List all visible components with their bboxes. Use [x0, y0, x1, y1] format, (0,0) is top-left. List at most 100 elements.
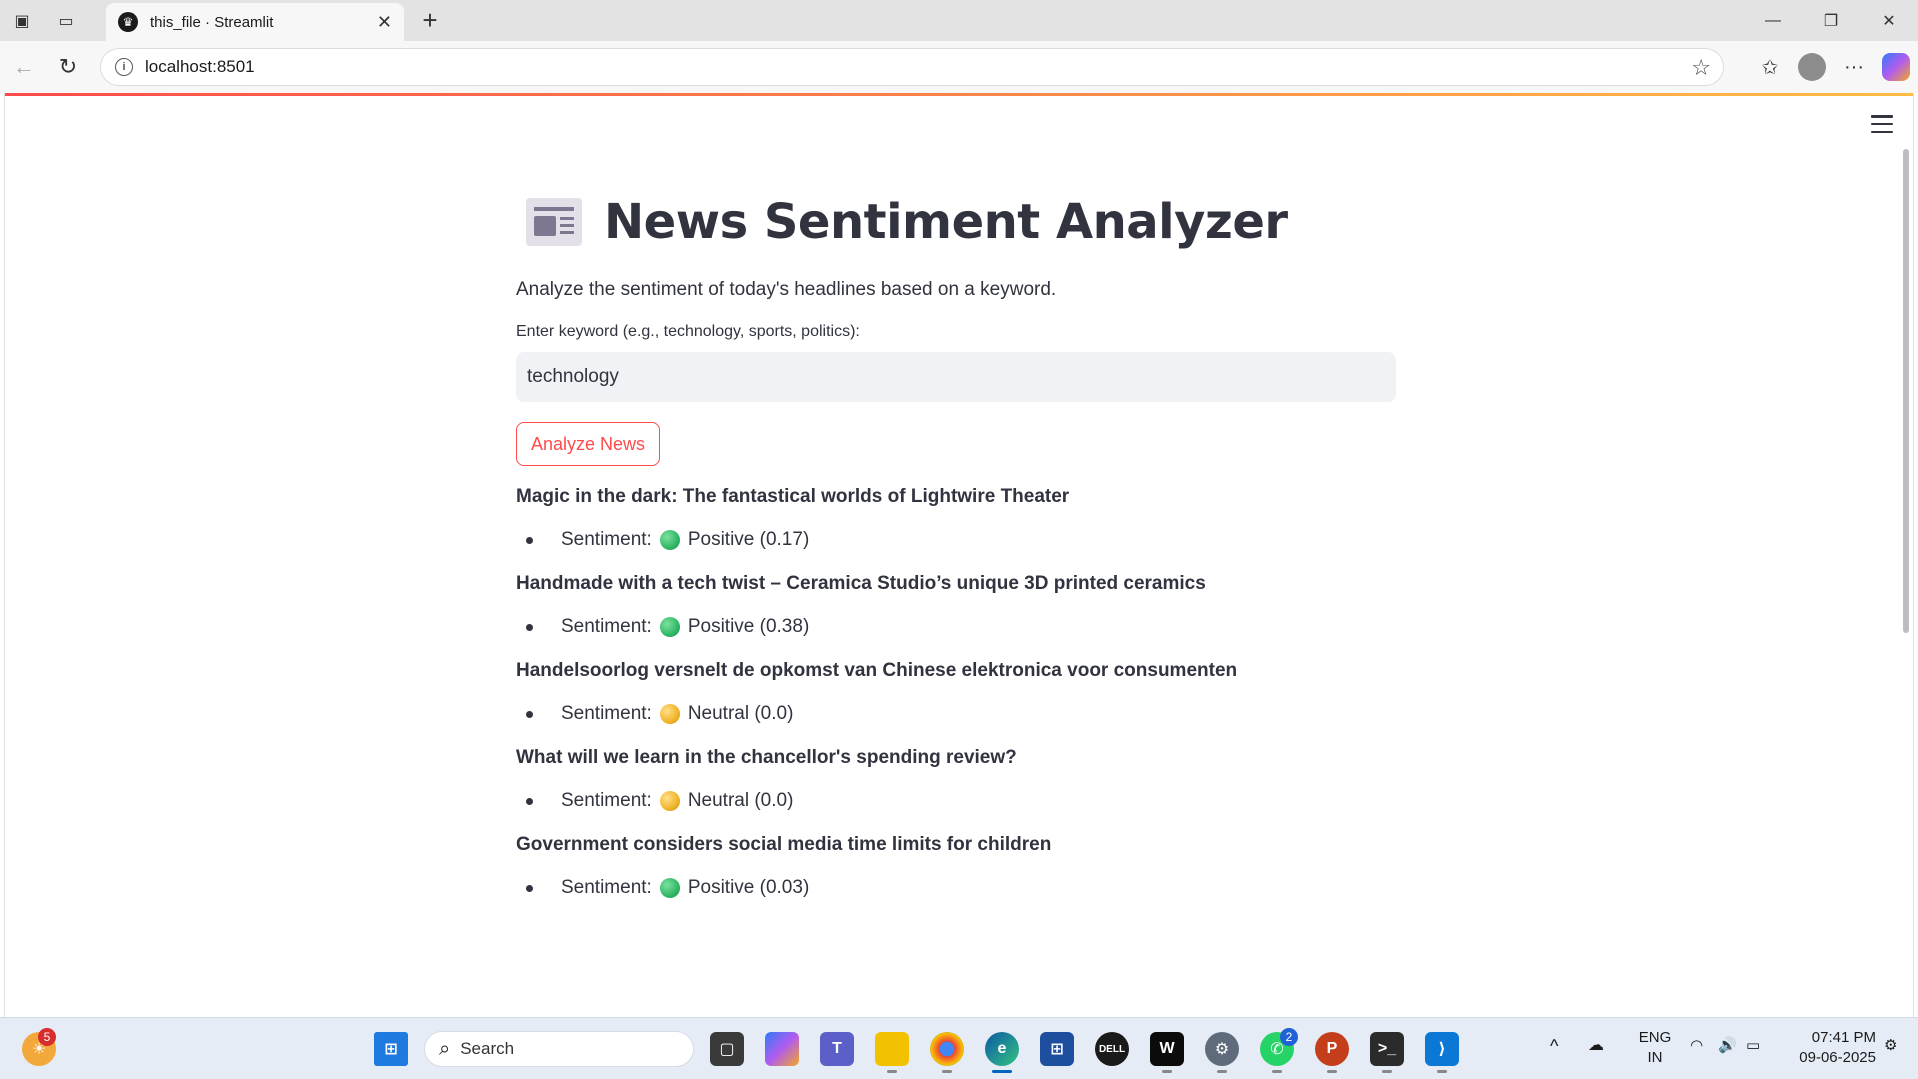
onedrive-icon[interactable]: ☁	[1588, 1036, 1604, 1056]
terminal-icon[interactable]: >_	[1370, 1032, 1404, 1066]
sentiment-row: Sentiment: Positive (0.38)	[526, 614, 1396, 640]
analyze-news-button[interactable]: Analyze News	[516, 422, 661, 466]
running-indicator	[1272, 1070, 1282, 1073]
clock-time: 07:41 PM	[1811, 1029, 1876, 1046]
restore-icon[interactable]: ❐	[1802, 0, 1860, 41]
new-tab-button[interactable]: +	[412, 0, 448, 41]
reload-button[interactable]: ↻	[46, 45, 90, 89]
chrome-icon[interactable]	[930, 1032, 964, 1066]
file-explorer-icon[interactable]	[875, 1032, 909, 1066]
running-indicator	[1437, 1070, 1447, 1073]
task-view-icon[interactable]: ▢	[710, 1032, 744, 1066]
bullet-icon	[526, 710, 533, 718]
copilot-icon[interactable]	[1882, 53, 1910, 81]
taskbar: ☀ 5 ⊞ ⌕ Search ▢ T e ⊞ DELL W ⚙ ✆ 2 P >_…	[0, 1017, 1918, 1079]
show-hidden-icons[interactable]: ^	[1550, 1036, 1558, 1056]
copilot-app-icon[interactable]	[765, 1032, 799, 1066]
powerpoint-icon[interactable]: P	[1315, 1032, 1349, 1066]
notifications-icon[interactable]: ⚙	[1884, 1036, 1897, 1056]
running-indicator	[887, 1070, 897, 1073]
close-tab-icon[interactable]: ✕	[377, 12, 392, 33]
taskbar-search[interactable]: ⌕ Search	[424, 1031, 694, 1067]
running-indicator	[1382, 1070, 1392, 1073]
language-indicator[interactable]: ENG IN	[1634, 1028, 1676, 1068]
sentiment-value: Positive (0.03)	[687, 877, 810, 898]
url-text: localhost:8501	[145, 57, 255, 76]
green-circle-icon	[659, 617, 680, 637]
yellow-circle-icon	[659, 704, 680, 724]
url-field[interactable]: i localhost:8501 ☆	[100, 48, 1724, 86]
edge-icon[interactable]: e	[985, 1032, 1019, 1066]
sentiment-row: Sentiment: Positive (0.03)	[526, 875, 1396, 901]
green-circle-icon	[659, 878, 680, 898]
newspaper-icon	[526, 198, 582, 246]
sentiment-value: Neutral (0.0)	[687, 703, 794, 724]
teams-icon[interactable]: T	[820, 1032, 854, 1066]
article-item: Government considers social media time l…	[516, 832, 1396, 901]
sentiment-row: Sentiment: Neutral (0.0)	[526, 788, 1396, 814]
webex-icon[interactable]: W	[1150, 1032, 1184, 1066]
weather-badge: 5	[38, 1028, 56, 1046]
article-item: What will we learn in the chancellor's s…	[516, 745, 1396, 814]
article-headline: Government considers social media time l…	[516, 834, 1052, 855]
keyword-label: Enter keyword (e.g., technology, sports,…	[516, 323, 860, 340]
article-headline: Handmade with a tech twist – Ceramica St…	[516, 573, 1206, 594]
language-code: ENG	[1638, 1029, 1672, 1046]
whatsapp-badge: 2	[1280, 1028, 1298, 1046]
main-content: News Sentiment Analyzer Analyze the sent…	[516, 183, 1396, 901]
browser-tab[interactable]: ♛ this_file · Streamlit ✕	[106, 3, 404, 41]
site-info-icon[interactable]: i	[115, 58, 133, 76]
bullet-icon	[526, 884, 533, 892]
window-controls: — ❐ ✕	[1744, 0, 1918, 41]
settings-icon[interactable]: ⚙	[1205, 1032, 1239, 1066]
battery-icon[interactable]: ▭	[1746, 1036, 1760, 1056]
article-headline: Magic in the dark: The fantastical world…	[516, 486, 1070, 507]
browser-toolbar: ✩ ···	[1752, 41, 1910, 93]
vscode-icon[interactable]: ⟩	[1425, 1032, 1459, 1066]
bullet-icon	[526, 623, 533, 631]
start-icon[interactable]: ⊞	[374, 1032, 408, 1066]
profile-avatar[interactable]	[1798, 53, 1826, 81]
page-title: News Sentiment Analyzer	[604, 194, 1288, 250]
sentiment-value: Positive (0.17)	[687, 529, 810, 550]
sentiment-row: Sentiment: Neutral (0.0)	[526, 701, 1396, 727]
running-indicator	[1217, 1070, 1227, 1073]
bullet-icon	[526, 536, 533, 544]
running-indicator	[1327, 1070, 1337, 1073]
running-indicator	[942, 1070, 952, 1073]
article-list: Magic in the dark: The fantastical world…	[516, 484, 1396, 901]
yellow-circle-icon	[659, 791, 680, 811]
store-icon[interactable]: ⊞	[1040, 1032, 1074, 1066]
dell-icon[interactable]: DELL	[1095, 1032, 1129, 1066]
tab-actions-icon[interactable]: ▭	[44, 0, 88, 41]
article-item: Handelsoorlog versnelt de opkomst van Ch…	[516, 658, 1396, 727]
page-title-row: News Sentiment Analyzer	[516, 183, 1396, 261]
back-button[interactable]: ←	[2, 45, 46, 89]
article-item: Handmade with a tech twist – Ceramica St…	[516, 571, 1396, 640]
sentiment-label: Sentiment:	[561, 703, 652, 724]
address-bar-row: ← ↻ i localhost:8501 ☆ ✩ ···	[0, 41, 1918, 93]
volume-icon[interactable]: 🔊	[1718, 1036, 1737, 1056]
page-scrollbar[interactable]	[1903, 149, 1909, 633]
sentiment-value: Positive (0.38)	[687, 616, 810, 637]
clock[interactable]: 07:41 PM 09-06-2025	[1780, 1028, 1876, 1068]
more-options-icon[interactable]: ···	[1836, 49, 1872, 85]
page-subtitle: Analyze the sentiment of today's headlin…	[516, 279, 1057, 300]
article-headline: Handelsoorlog versnelt de opkomst van Ch…	[516, 660, 1238, 681]
sentiment-label: Sentiment:	[561, 877, 652, 898]
sentiment-label: Sentiment:	[561, 616, 652, 637]
minimize-icon[interactable]: —	[1744, 0, 1802, 41]
main-menu-icon[interactable]	[1871, 115, 1893, 133]
favorite-star-icon[interactable]: ☆	[1691, 55, 1711, 81]
taskbar-search-label: Search	[460, 1039, 515, 1058]
close-window-icon[interactable]: ✕	[1860, 0, 1918, 41]
workspaces-icon[interactable]: ▣	[0, 0, 44, 41]
favorites-icon[interactable]: ✩	[1752, 49, 1788, 85]
wifi-icon[interactable]: ◠	[1690, 1036, 1703, 1056]
keyword-input[interactable]	[516, 352, 1396, 402]
streamlit-page: News Sentiment Analyzer Analyze the sent…	[4, 93, 1914, 1017]
streamlit-favicon-icon: ♛	[118, 12, 138, 32]
active-indicator	[992, 1070, 1012, 1073]
green-circle-icon	[659, 530, 680, 550]
region-code: IN	[1647, 1049, 1663, 1066]
